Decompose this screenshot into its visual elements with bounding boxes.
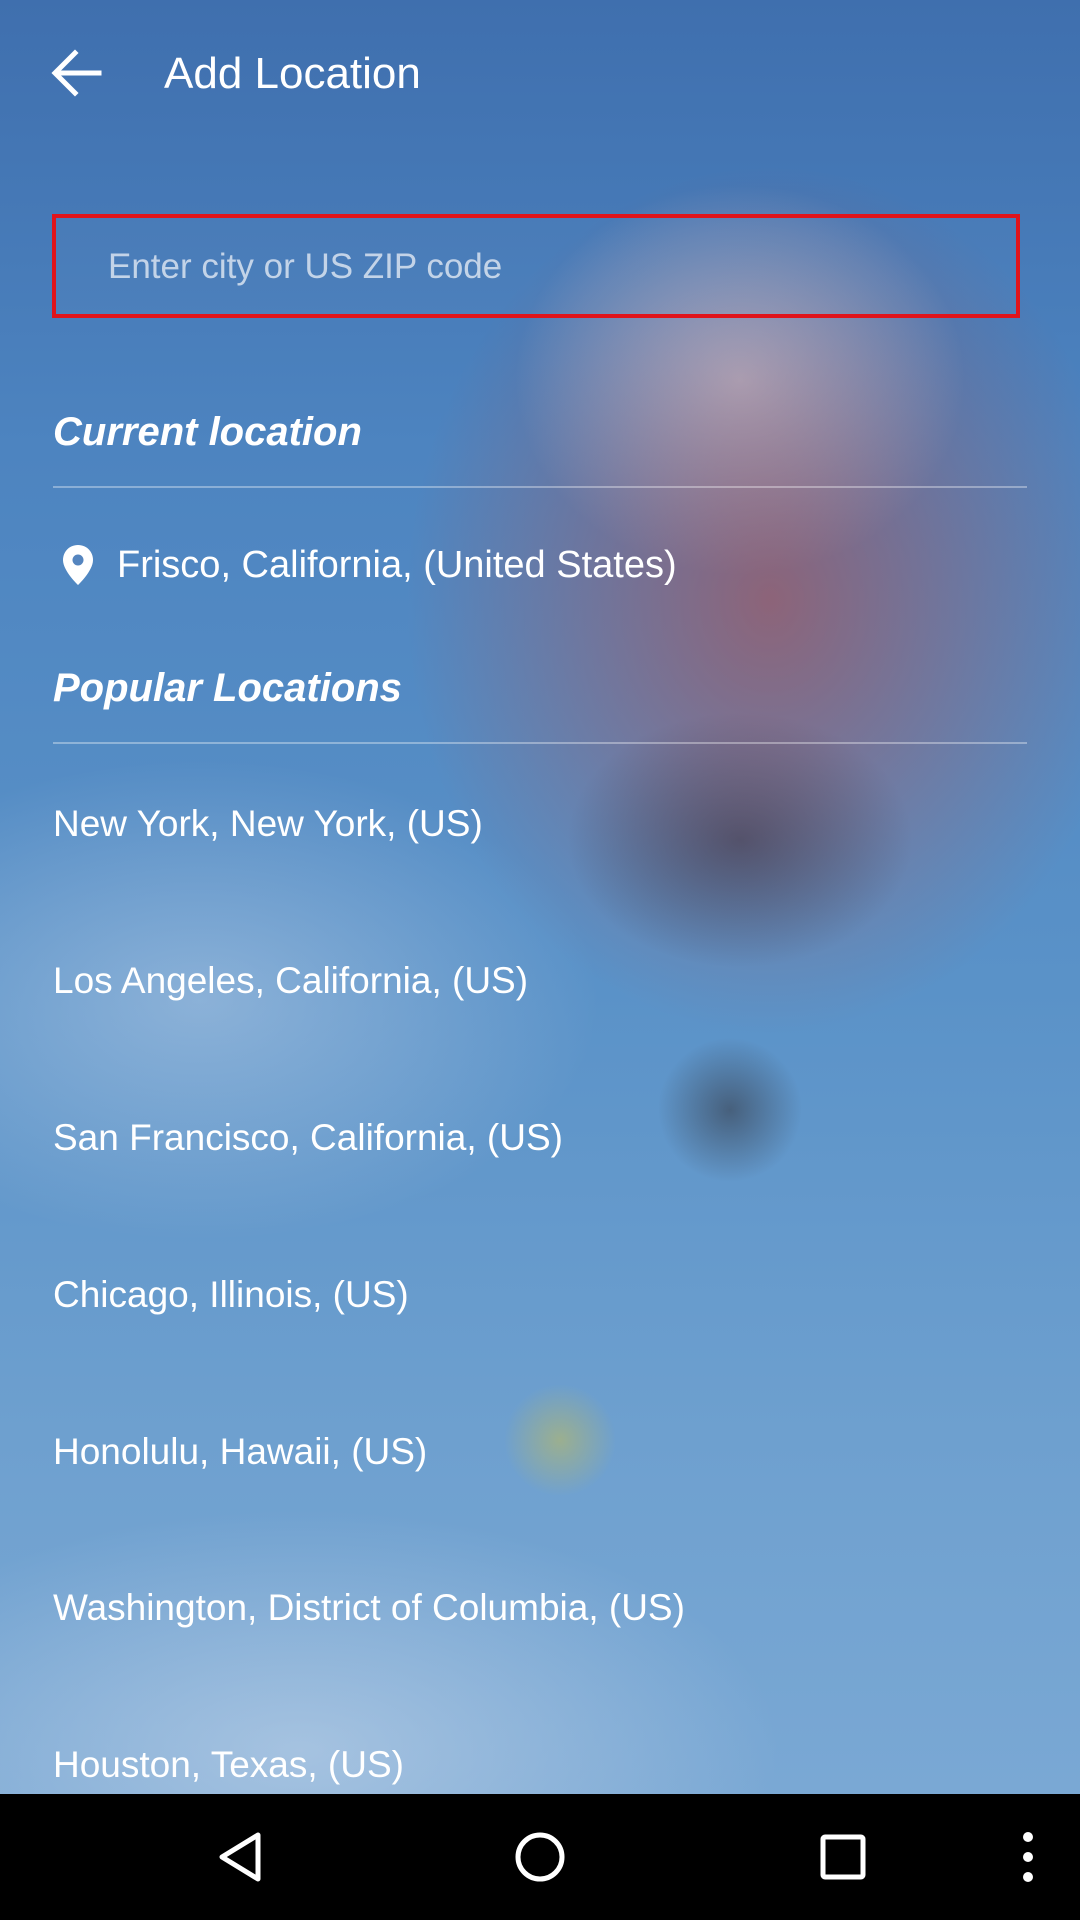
system-navigation-bar (0, 1794, 1080, 1920)
overflow-menu-button[interactable] (1000, 1794, 1056, 1920)
popular-location-item[interactable]: New York, New York, (US) (53, 784, 1027, 864)
back-button[interactable] (36, 32, 118, 114)
popular-location-item[interactable]: Washington, District of Columbia, (US) (53, 1568, 1027, 1648)
popular-location-item[interactable]: Chicago, Illinois, (US) (53, 1255, 1027, 1335)
popular-location-item[interactable]: San Francisco, California, (US) (53, 1098, 1027, 1178)
search-field-container[interactable] (52, 214, 1020, 318)
app-header: Add Location (0, 0, 1080, 148)
popular-locations-heading: Popular Locations (53, 666, 402, 710)
current-location-label: Frisco, California, (United States) (117, 543, 677, 586)
popular-locations-divider (53, 742, 1027, 744)
nav-home-icon (515, 1832, 565, 1882)
nav-recents-button[interactable] (803, 1794, 883, 1920)
current-location-item[interactable]: Frisco, California, (United States) (53, 530, 1027, 600)
add-location-screen: Add Location Current location Frisco, Ca… (0, 0, 1080, 1920)
page-title: Add Location (164, 49, 421, 98)
current-location-heading: Current location (53, 410, 362, 454)
nav-home-button[interactable] (500, 1794, 580, 1920)
current-location-divider (53, 486, 1027, 488)
arrow-back-icon (51, 49, 102, 97)
nav-back-icon (219, 1832, 261, 1882)
nav-recents-icon (820, 1834, 866, 1880)
popular-location-item[interactable]: Houston, Texas, (US) (53, 1725, 1027, 1805)
popular-location-item[interactable]: Honolulu, Hawaii, (US) (53, 1412, 1027, 1492)
popular-location-item[interactable]: Los Angeles, California, (US) (53, 941, 1027, 1021)
location-pin-icon (53, 540, 103, 590)
overflow-menu-icon (1023, 1832, 1033, 1882)
nav-back-button[interactable] (200, 1794, 280, 1920)
location-search-input[interactable] (106, 218, 990, 316)
